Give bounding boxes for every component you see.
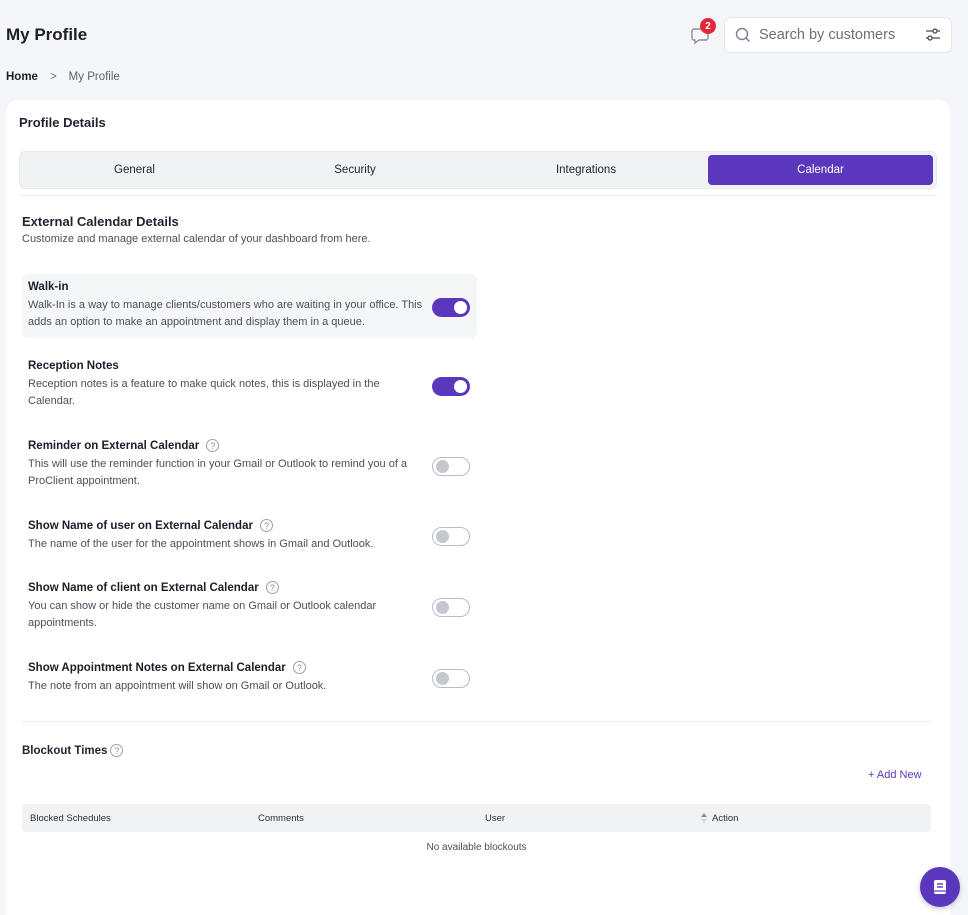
setting-show-user-name: Show Name of user on External Calendar? …: [22, 512, 477, 560]
breadcrumb: Home > My Profile: [6, 71, 120, 83]
add-new-blockout-button[interactable]: + Add New: [868, 769, 922, 781]
setting-title: Reception Notes: [28, 360, 119, 372]
breadcrumb-current: My Profile: [68, 71, 120, 83]
help-circle-icon[interactable]: ?: [265, 581, 279, 594]
setting-title: Show Name of user on External Calendar: [28, 519, 253, 532]
column-user[interactable]: User: [485, 813, 505, 824]
book-icon: [934, 880, 946, 894]
help-circle-icon[interactable]: ?: [259, 519, 273, 532]
blockout-title-text: Blockout Times: [22, 744, 108, 757]
reminder-external-calendar-toggle[interactable]: [432, 457, 470, 476]
setting-description: This will use the reminder function in y…: [28, 458, 408, 487]
setting-walk-in: Walk-in Walk-In is a way to manage clien…: [22, 274, 477, 338]
profile-details-card: Profile Details General Security Integra…: [6, 100, 950, 915]
walk-in-toggle[interactable]: [432, 298, 470, 317]
help-circle-icon[interactable]: ?: [206, 439, 220, 452]
tab-calendar[interactable]: Calendar: [707, 155, 933, 185]
setting-description: The name of the user for the appointment…: [28, 538, 374, 550]
setting-description: Reception notes is a feature to make qui…: [28, 378, 380, 407]
setting-title: Show Name of client on External Calendar: [28, 581, 259, 594]
reception-notes-toggle[interactable]: [432, 377, 470, 396]
column-comments[interactable]: Comments: [258, 813, 304, 824]
help-circle-icon[interactable]: ?: [292, 661, 306, 674]
setting-show-appointment-notes: Show Appointment Notes on External Calen…: [22, 654, 477, 702]
setting-description: The note from an appointment will show o…: [28, 680, 327, 692]
column-blocked-schedules[interactable]: Blocked Schedules: [30, 813, 111, 824]
setting-description: You can show or hide the customer name o…: [28, 600, 377, 629]
sort-icon[interactable]: [700, 812, 708, 824]
column-action: Action: [712, 813, 739, 824]
search-icon: [735, 27, 750, 42]
setting-show-client-name: Show Name of client on External Calendar…: [22, 574, 477, 639]
breadcrumb-home[interactable]: Home: [6, 71, 38, 83]
show-client-name-toggle[interactable]: [432, 598, 470, 617]
notifications-button[interactable]: 2: [690, 18, 716, 46]
empty-state: No available blockouts: [426, 842, 527, 853]
setting-reminder-external-calendar: Reminder on External Calendar? This will…: [22, 432, 477, 497]
setting-title: Walk-in: [28, 281, 69, 293]
setting-description: Walk-In is a way to manage clients/custo…: [28, 299, 423, 328]
filter-sliders-icon[interactable]: [925, 27, 941, 43]
profile-tabs: General Security Integrations Calendar: [19, 151, 937, 189]
help-circle-icon[interactable]: ?: [110, 744, 124, 757]
setting-title: Reminder on External Calendar: [28, 439, 200, 452]
show-appointment-notes-toggle[interactable]: [432, 669, 470, 688]
search-box[interactable]: [724, 17, 952, 53]
blockout-title: Blockout Times ?: [22, 744, 124, 757]
breadcrumb-separator: >: [49, 71, 57, 83]
help-book-button[interactable]: [920, 867, 960, 907]
search-input[interactable]: [759, 27, 919, 43]
divider: [22, 721, 932, 722]
tab-integrations[interactable]: Integrations: [464, 155, 708, 185]
notification-badge: 2: [700, 18, 716, 34]
page-title: My Profile: [6, 25, 88, 44]
setting-reception-notes: Reception Notes Reception notes is a fea…: [22, 353, 477, 417]
tab-general[interactable]: General: [23, 155, 246, 185]
show-user-name-toggle[interactable]: [432, 527, 470, 546]
divider: [19, 195, 937, 196]
setting-title: Show Appointment Notes on External Calen…: [28, 661, 286, 674]
card-title: Profile Details: [19, 115, 106, 130]
section-title: External Calendar Details: [22, 214, 179, 229]
tab-security[interactable]: Security: [246, 155, 464, 185]
section-subtitle: Customize and manage external calendar o…: [22, 233, 371, 245]
blockout-table-header: Blocked Schedules Comments User Action: [22, 804, 931, 832]
